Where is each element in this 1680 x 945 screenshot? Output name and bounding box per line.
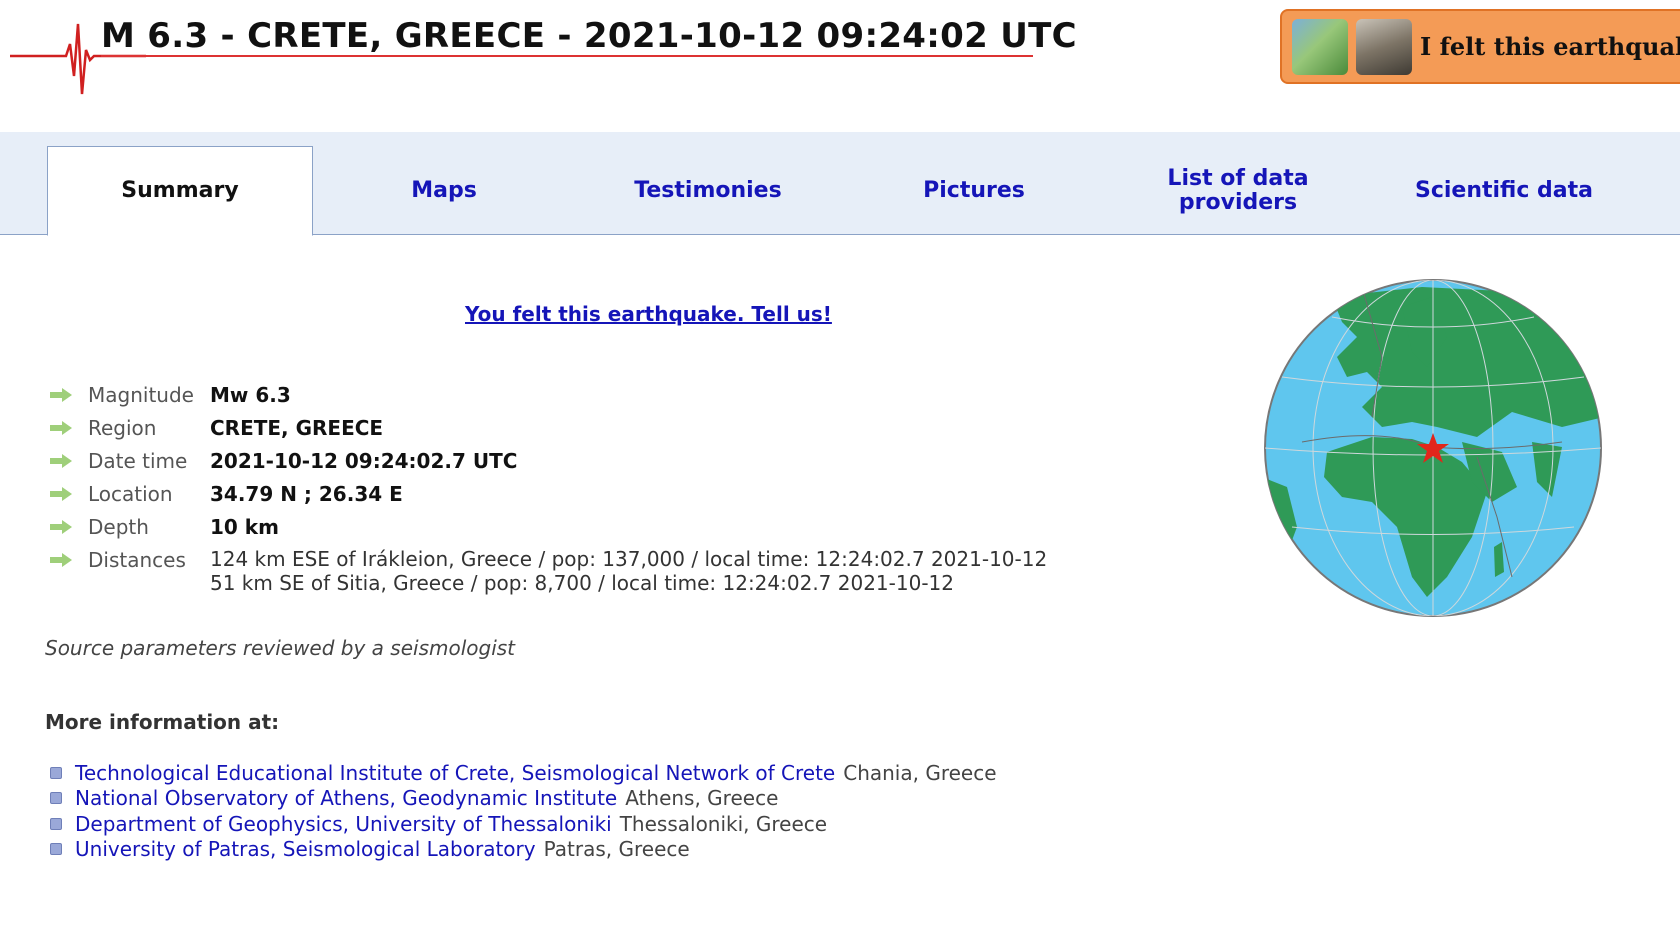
distance-line: 124 km ESE of Irákleion, Greece / pop: 1… bbox=[210, 547, 1048, 571]
bullet-icon bbox=[50, 792, 62, 805]
list-item: University of Patras, Seismological Labo… bbox=[50, 837, 997, 863]
param-label: Magnitude bbox=[88, 383, 194, 407]
param-row-magnitude: Magnitude Mw 6.3 bbox=[50, 382, 1047, 415]
source-note: Source parameters reviewed by a seismolo… bbox=[45, 636, 516, 660]
tab-bar: Summary Maps Testimonies Pictures List o… bbox=[0, 132, 1680, 236]
param-row-date-time: Date time 2021-10-12 09:24:02.7 UTC bbox=[50, 448, 1047, 481]
arrow-icon bbox=[50, 520, 72, 534]
param-label: Date time bbox=[88, 449, 188, 473]
param-value: Mw 6.3 bbox=[210, 383, 291, 407]
epicenter-globe-map bbox=[1264, 279, 1602, 617]
institution-location: Thessaloniki, Greece bbox=[619, 811, 828, 836]
felt-earthquake-banner-button[interactable]: I felt this earthquake bbox=[1280, 9, 1680, 84]
param-label: Region bbox=[88, 416, 157, 440]
param-row-region: Region CRETE, GREECE bbox=[50, 415, 1047, 448]
institution-location: Athens, Greece bbox=[625, 786, 779, 811]
param-row-distances: Distances 124 km ESE of Irákleion, Greec… bbox=[50, 547, 1047, 595]
arrow-icon bbox=[50, 454, 72, 468]
tab-testimonies[interactable]: Testimonies bbox=[575, 146, 841, 235]
bullet-icon bbox=[50, 817, 62, 830]
param-label: Depth bbox=[88, 515, 149, 539]
title-underline bbox=[101, 55, 1033, 57]
bullet-icon bbox=[50, 843, 62, 856]
page-title: M 6.3 - CRETE, GREECE - 2021-10-12 09:24… bbox=[101, 16, 1077, 56]
tab-pictures[interactable]: Pictures bbox=[841, 146, 1107, 235]
damage-photo-thumbnail-icon bbox=[1356, 18, 1412, 75]
param-value: 2021-10-12 09:24:02.7 UTC bbox=[210, 449, 518, 473]
bullet-icon bbox=[50, 766, 62, 779]
param-label: Location bbox=[88, 482, 173, 506]
param-value: CRETE, GREECE bbox=[210, 416, 384, 440]
arrow-icon bbox=[50, 421, 72, 435]
list-item: National Observatory of Athens, Geodynam… bbox=[50, 786, 997, 812]
felt-banner-label: I felt this earthquake bbox=[1420, 32, 1680, 61]
tab-summary[interactable]: Summary bbox=[47, 146, 313, 236]
institution-location: Chania, Greece bbox=[843, 760, 997, 785]
institution-location: Patras, Greece bbox=[543, 837, 690, 862]
tab-data-providers[interactable]: List of data providers bbox=[1105, 146, 1371, 235]
event-parameters: Magnitude Mw 6.3 Region CRETE, GREECE Da… bbox=[50, 382, 1047, 595]
distance-line: 51 km SE of Sitia, Greece / pop: 8,700 /… bbox=[210, 571, 954, 595]
more-info-list: Technological Educational Institute of C… bbox=[50, 760, 997, 862]
arrow-icon bbox=[50, 553, 72, 567]
arrow-icon bbox=[50, 388, 72, 402]
institution-link[interactable]: National Observatory of Athens, Geodynam… bbox=[75, 786, 617, 810]
distances-list: 124 km ESE of Irákleion, Greece / pop: 1… bbox=[210, 547, 1047, 595]
tell-us-link[interactable]: You felt this earthquake. Tell us! bbox=[465, 302, 832, 326]
more-info-heading: More information at: bbox=[45, 710, 280, 734]
arrow-icon bbox=[50, 487, 72, 501]
param-row-depth: Depth 10 km bbox=[50, 514, 1047, 547]
institution-link[interactable]: Department of Geophysics, University of … bbox=[75, 812, 612, 836]
list-item: Technological Educational Institute of C… bbox=[50, 760, 997, 786]
institution-link[interactable]: Technological Educational Institute of C… bbox=[75, 761, 835, 785]
tab-scientific-data[interactable]: Scientific data bbox=[1371, 146, 1637, 235]
tab-maps[interactable]: Maps bbox=[311, 146, 577, 235]
param-row-location: Location 34.79 N ; 26.34 E bbox=[50, 481, 1047, 514]
intensity-map-thumbnail-icon bbox=[1292, 18, 1348, 75]
param-label: Distances bbox=[88, 548, 186, 572]
institution-link[interactable]: University of Patras, Seismological Labo… bbox=[75, 837, 536, 861]
param-value: 34.79 N ; 26.34 E bbox=[210, 482, 403, 506]
param-value: 10 km bbox=[210, 515, 279, 539]
list-item: Department of Geophysics, University of … bbox=[50, 811, 997, 837]
